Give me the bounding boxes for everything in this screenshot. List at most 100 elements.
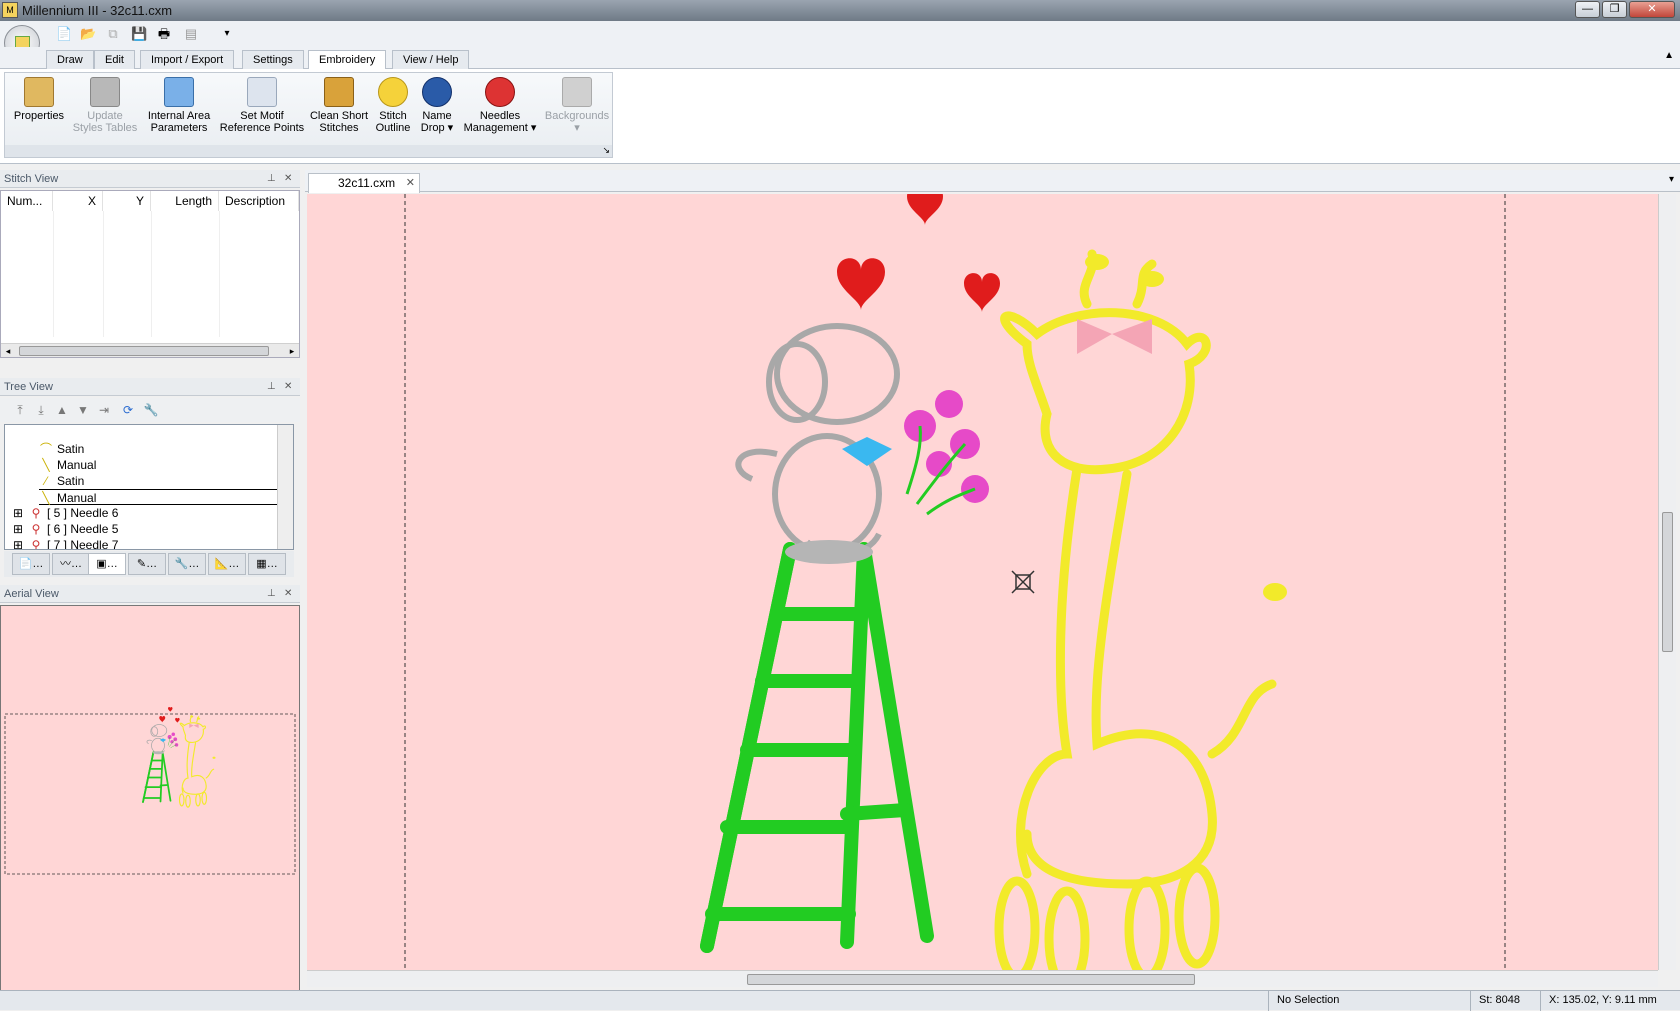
tree-tab-tool-icon[interactable]: 🔧… [168,553,206,575]
scroll-right-icon[interactable]: ▸ [285,344,299,358]
close-icon[interactable]: ✕ [284,170,292,188]
col-length[interactable]: Length [151,191,219,211]
document-tabs: 32c11.cxm ✕ ▾ [305,170,1680,193]
expand-icon[interactable]: ⊞ [11,521,25,537]
tree-tab-object-icon[interactable]: ✎… [128,553,166,575]
tree-item[interactable]: ⌒ Satin [39,441,279,457]
app-icon[interactable]: M [2,2,18,18]
col-description[interactable]: Description [219,191,299,211]
print-icon[interactable]: 🖶 [156,26,172,42]
customize-qat-icon[interactable]: ▾ [219,26,235,42]
col-num[interactable]: Num... [1,191,53,211]
pin-icon[interactable]: ⊥ [267,170,276,188]
tab-list-chevron-down-icon[interactable]: ▾ [1669,174,1674,185]
needles-management-button[interactable]: Needles Management ▾ [459,77,541,134]
manual-line-icon: ╲ [42,491,50,505]
move-down-icon[interactable]: ▼ [75,402,91,418]
embroidery-design[interactable] [707,194,1287,970]
wrench-icon[interactable]: 🔧 [143,402,159,418]
tab-embroidery[interactable]: Embroidery [308,50,387,70]
backgrounds-dropdown: ▾ [574,122,580,134]
canvas-hscrollbar[interactable] [307,970,1658,987]
tree-item-label: [ 6 ] Needle 5 [47,522,119,536]
ribbon-collapse-icon[interactable]: ▲ [1664,50,1674,61]
new-icon[interactable]: 📄 [56,26,72,42]
tree-tab-layers-icon[interactable]: ▦… [248,553,286,575]
area-params-icon [164,77,194,107]
scroll-thumb[interactable] [19,346,269,356]
tree-view-title: Tree View [4,381,53,393]
tree-item[interactable]: ╲ Manual [39,489,279,505]
stitch-table[interactable]: Num... X Y Length Description ◂ ▸ [0,190,300,358]
stitch-hscrollbar[interactable]: ◂ ▸ [1,343,299,357]
needles-label-2: Management ▾ [463,122,537,134]
move-up-icon[interactable]: ▲ [54,402,70,418]
tree-item[interactable]: ⁄ Satin [39,473,279,489]
refresh-icon[interactable]: ⟳ [120,402,136,418]
close-icon[interactable]: ✕ [284,378,292,396]
close-tab-icon[interactable]: ✕ [406,174,415,192]
origin-crosshair-icon[interactable] [1011,570,1035,594]
set-motif-label-2: Reference Points [219,122,305,134]
expand-icon[interactable]: ⊞ [11,505,25,521]
minimize-button[interactable]: — [1575,1,1600,18]
scroll-left-icon[interactable]: ◂ [1,344,15,358]
pin-icon[interactable]: ⊥ [267,378,276,396]
tree-item[interactable]: ⊞ ⚲ [ 6 ] Needle 5 [11,521,281,537]
name-drop-button[interactable]: Name Drop ▾ [415,77,459,134]
close-icon[interactable]: ✕ [284,585,292,603]
col-y[interactable]: Y [103,191,151,211]
tree-tab-color-icon[interactable]: ▣… [88,553,126,575]
design-canvas[interactable] [307,194,1674,970]
insert-icon[interactable]: ⇥ [96,402,112,418]
needle-icon: ⚲ [31,538,41,550]
expand-icon[interactable]: ⊞ [11,537,25,549]
tab-view-help[interactable]: View / Help [392,50,470,69]
clean-short-stitches-button[interactable]: Clean Short Stitches [307,77,371,134]
name-drop-label-1: Name [422,110,452,122]
save-icon[interactable]: 💾 [131,26,147,42]
tree-vscrollbar[interactable] [277,425,293,549]
hscroll-thumb[interactable] [747,974,1195,985]
status-bar: No Selection St: 8048 X: 135.02, Y: 9.11… [0,990,1680,1011]
properties-button[interactable]: Properties [9,77,69,122]
internal-area-parameters-button[interactable]: Internal Area Parameters [141,77,217,134]
tab-draw[interactable]: Draw [46,50,94,69]
move-bottom-icon[interactable]: ⤓ [33,402,49,418]
bulb-icon [378,77,408,107]
col-x[interactable]: X [53,191,103,211]
set-motif-reference-points-button[interactable]: Set Motif Reference Points [217,77,307,134]
stitch-outline-label-2: Outline [375,122,411,134]
backgrounds-button[interactable]: Backgrounds ▾ [541,77,613,134]
tree-item[interactable]: ⊞ ⚲ [ 7 ] Needle 7 [11,537,281,550]
aerial-view[interactable] [0,605,300,991]
update-styles-tables-button[interactable]: Update Styles Tables [69,77,141,134]
move-top-icon[interactable]: ⤒ [12,402,28,418]
pin-icon[interactable]: ⊥ [267,585,276,603]
tree-tab-stitch-icon[interactable]: 〰… [52,553,90,575]
tree-tab-ruler-icon[interactable]: 📐… [208,553,246,575]
doc-tab-32c11[interactable]: 32c11.cxm ✕ [308,173,420,193]
needle-icon: ⚲ [31,506,41,520]
dialog-launcher-icon[interactable]: ↘ [602,145,610,156]
copy-icon[interactable]: ⧉ [105,26,121,42]
satin-curve-icon: ⌒ [39,442,52,456]
maximize-button[interactable]: ❐ [1602,1,1627,18]
tab-import-export[interactable]: Import / Export [140,50,235,69]
tree-tab-document-icon[interactable]: 📄… [12,553,50,575]
backgrounds-label: Backgrounds [544,110,610,122]
tree-list[interactable]: ⌒ Satin ╲ Manual ⁄ Satin ╲ Manual ⊞ ⚲ [ 5 ] Needle… [4,424,294,550]
tree-item[interactable]: ╲ Manual [39,457,279,473]
canvas-vscrollbar[interactable] [1658,194,1676,970]
vscroll-thumb[interactable] [1662,512,1673,652]
tree-item[interactable]: ⊞ ⚲ [ 5 ] Needle 6 [11,505,281,521]
stitch-outline-button[interactable]: Stitch Outline [371,77,415,134]
tab-settings[interactable]: Settings [242,50,304,69]
tab-edit[interactable]: Edit [94,50,135,69]
close-button[interactable]: ✕ [1629,1,1675,18]
title-bar: M Millennium III - 32c11.cxm — ❐ ✕ [0,0,1680,21]
preview-icon[interactable]: ▤ [183,26,199,42]
open-icon[interactable]: 📂 [80,26,96,42]
needles-label-1: Needles [479,110,521,122]
tree-toolbar: ⤒ ⤓ ▲ ▼ ⇥ ⟳ 🔧 [0,398,300,422]
